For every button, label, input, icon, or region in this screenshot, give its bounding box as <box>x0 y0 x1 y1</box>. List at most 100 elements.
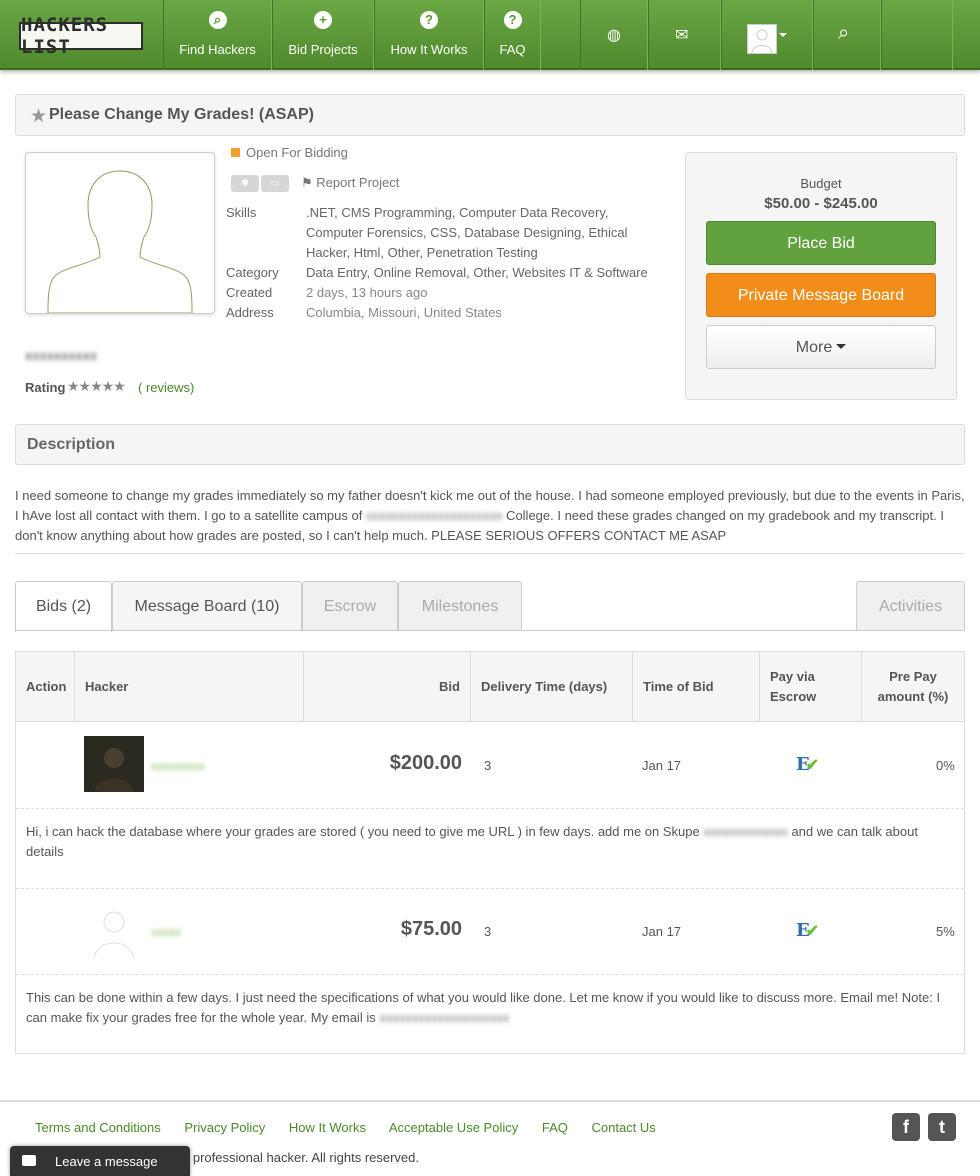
tab-activities[interactable]: Activities <box>856 581 965 631</box>
site-logo[interactable]: HACKERS LIST <box>19 14 143 58</box>
tab-milestones[interactable]: Milestones <box>398 581 522 631</box>
bid-comment: This can be done within a few days. I ju… <box>26 988 956 1028</box>
search-icon: ⌕ <box>838 22 850 44</box>
plus-circle-icon: + <box>314 11 332 29</box>
client-photo <box>25 152 215 314</box>
language-menu[interactable]: ◍ <box>580 0 648 70</box>
budget-value: $50.00 - $245.00 <box>764 195 878 212</box>
leave-message-label: Leave a message <box>55 1154 158 1169</box>
hacker-avatar[interactable] <box>84 736 144 792</box>
th-prepay: Pre Pay amount (%) <box>877 669 949 704</box>
star-icon[interactable]: ★ <box>30 105 47 128</box>
skills-value[interactable]: .NET, CMS Programming, Computer Data Rec… <box>306 203 666 263</box>
tabs-baseline <box>15 630 965 631</box>
footer-divider <box>0 1100 980 1102</box>
report-project-label: Report Project <box>316 175 400 190</box>
created-value: 2 days, 13 hours ago <box>306 285 428 300</box>
th-action: Action <box>16 652 75 722</box>
chevron-down-icon <box>779 33 787 37</box>
project-title: Please Change My Grades! (ASAP) <box>49 106 314 123</box>
prepay-amount: 5% <box>936 924 955 939</box>
time-of-bid: Jan 17 <box>642 924 682 939</box>
th-delivery-time: Delivery Time (days) <box>471 652 633 722</box>
nav-bid-projects[interactable]: + Bid Projects <box>272 0 374 70</box>
nav-bid-projects-label: Bid Projects <box>288 42 358 57</box>
table-row: xxxxx $75.00 3 Jan 17 E✔ 5% <box>16 888 964 974</box>
category-value[interactable]: Data Entry, Online Removal, Other, Websi… <box>306 263 666 283</box>
budget-label: Budget <box>800 176 842 191</box>
description-heading: Description <box>27 436 116 453</box>
envelope-icon: ✉ <box>675 27 689 44</box>
th-hacker: Hacker <box>75 652 304 722</box>
footer-link-privacy[interactable]: Privacy Policy <box>184 1120 265 1135</box>
tab-bids[interactable]: Bids (2) <box>15 581 112 632</box>
nav-how-it-works[interactable]: ? How It Works <box>374 0 484 70</box>
footer-link-contact[interactable]: Contact Us <box>591 1120 655 1135</box>
rating-stars-icon: ★★★★★ <box>67 378 126 394</box>
college-name-redacted: xxxxxxxxxxxxxxxxxxxxx <box>365 508 503 523</box>
time-of-bid: Jan 17 <box>642 758 682 773</box>
twitter-icon[interactable]: t <box>928 1113 956 1141</box>
envelope-icon <box>22 1155 36 1166</box>
divider <box>16 808 964 809</box>
nav-search[interactable]: ⌕ <box>813 0 881 70</box>
table-header: Action Hacker Bid Delivery Time (days) T… <box>16 652 964 722</box>
reviews-link[interactable]: ( reviews) <box>138 380 194 395</box>
prepay-amount: 0% <box>936 758 955 773</box>
hacker-name[interactable]: xxxxx <box>151 925 181 939</box>
nav-faq[interactable]: ? FAQ <box>484 0 541 70</box>
search-icon: ⌕ <box>208 11 227 29</box>
hacker-avatar[interactable] <box>84 902 144 959</box>
question-circle-icon: ? <box>420 11 438 29</box>
created-label: Created <box>226 285 273 300</box>
hacker-name[interactable]: xxxxxxxxx <box>151 759 205 773</box>
address-value: Columbia, Missouri, United States <box>306 305 502 320</box>
bug-icon-button[interactable]: ✱ <box>231 175 259 192</box>
footer-link-faq[interactable]: FAQ <box>542 1120 568 1135</box>
avatar-silhouette-icon <box>751 29 773 54</box>
messages-menu[interactable]: ✉ <box>648 0 721 70</box>
skills-label: Skills <box>226 205 257 220</box>
client-username[interactable]: xxxxxxxxxx <box>25 348 97 363</box>
status-square-icon <box>231 148 240 157</box>
chevron-down-icon <box>836 344 847 349</box>
footer-link-terms[interactable]: Terms and Conditions <box>35 1120 161 1135</box>
more-dropdown-button[interactable]: More <box>706 325 936 369</box>
table-row: xxxxxxxxx $200.00 3 Jan 17 E✔ 0% <box>16 722 964 808</box>
bids-table: Action Hacker Bid Delivery Time (days) T… <box>15 651 965 1054</box>
project-status-label: Open For Bidding <box>246 145 348 160</box>
place-bid-button[interactable]: Place Bid <box>706 221 936 265</box>
bid-amount: $75.00 <box>400 918 462 940</box>
delivery-time: 3 <box>484 758 492 773</box>
escrow-check-icon: E✔ <box>796 920 820 941</box>
facebook-icon[interactable]: f <box>892 1113 920 1141</box>
tab-message-board[interactable]: Message Board (10) <box>112 581 302 631</box>
question-circle-icon: ? <box>503 11 522 29</box>
top-navbar: HACKERS LIST ⌕ Find Hackers + Bid Projec… <box>0 0 980 70</box>
user-avatar[interactable] <box>747 24 777 54</box>
flag-icon: ⚑ <box>301 175 313 190</box>
footer-links: Terms and Conditions Privacy Policy How … <box>35 1120 676 1135</box>
email-redacted: xxxxxxxxxxxxxxxxxxxx <box>379 1010 510 1025</box>
bid-comment-start: Hi, i can hack the database where your g… <box>26 824 704 839</box>
report-project-link[interactable]: ⚑ Report Project <box>301 175 399 191</box>
footer-link-how-it-works[interactable]: How It Works <box>289 1120 366 1135</box>
nav-find-hackers[interactable]: ⌕ Find Hackers <box>163 0 272 70</box>
monitor-icon-button[interactable]: ▭ <box>261 175 289 192</box>
hacker-photo-icon <box>94 748 134 792</box>
project-title-bar: ★ Please Change My Grades! (ASAP) <box>15 94 965 136</box>
nav-find-hackers-label: Find Hackers <box>179 42 256 57</box>
nav-spacer <box>881 0 953 70</box>
th-time-of-bid: Time of Bid <box>633 652 760 722</box>
tab-escrow[interactable]: Escrow <box>302 581 398 631</box>
description-text: I need someone to change my grades immed… <box>15 486 965 546</box>
private-message-board-button[interactable]: Private Message Board <box>706 273 936 317</box>
bid-amount: $200.00 <box>389 752 462 774</box>
address-label: Address <box>226 305 274 320</box>
footer-link-acceptable-use[interactable]: Acceptable Use Policy <box>389 1120 518 1135</box>
globe-icon: ◍ <box>607 27 621 44</box>
leave-message-widget[interactable]: Leave a message <box>10 1146 190 1176</box>
category-label: Category <box>226 265 279 280</box>
divider <box>16 974 964 975</box>
bid-comment: Hi, i can hack the database where your g… <box>26 822 956 862</box>
